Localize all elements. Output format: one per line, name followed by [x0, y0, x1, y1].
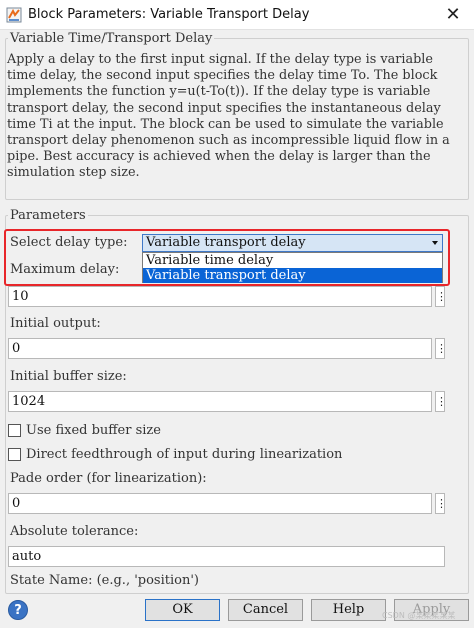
dropdown-option-variable-time-delay[interactable]: Variable time delay: [143, 253, 442, 268]
close-icon[interactable]: ✕: [442, 4, 464, 26]
checkbox-box[interactable]: [8, 423, 21, 437]
checkbox-box[interactable]: [8, 447, 21, 461]
ok-button[interactable]: OK: [145, 599, 220, 621]
state-name-label: State Name: (e.g., 'position'): [10, 573, 199, 588]
help-icon[interactable]: ?: [8, 600, 28, 620]
initial-output-field[interactable]: 0: [8, 338, 432, 359]
pade-order-field[interactable]: 0: [8, 493, 432, 514]
watermark: CSDN @某某某某某: [382, 611, 456, 620]
description-legend: Variable Time/Transport Delay: [10, 31, 213, 46]
initial-buffer-size-label: Initial buffer size:: [10, 369, 127, 384]
simulink-icon: [6, 7, 22, 23]
dropdown-option-variable-transport-delay[interactable]: Variable transport delay: [143, 268, 442, 283]
title-bar: Block Parameters: Variable Transport Del…: [0, 0, 474, 30]
maximum-delay-field[interactable]: 10: [8, 286, 432, 307]
absolute-tolerance-field[interactable]: auto: [8, 546, 445, 567]
help-button[interactable]: Help: [311, 599, 386, 621]
maximum-delay-label: Maximum delay:: [10, 262, 120, 277]
chevron-down-icon[interactable]: [432, 241, 438, 245]
use-fixed-buffer-size-checkbox[interactable]: Use fixed buffer size: [8, 422, 161, 438]
initial-output-more-icon[interactable]: ⋮: [435, 338, 447, 359]
initial-output-label: Initial output:: [10, 316, 101, 331]
delay-type-label: Select delay type:: [10, 235, 128, 250]
cancel-button[interactable]: Cancel: [228, 599, 303, 621]
delay-type-select[interactable]: Variable transport delay: [142, 234, 443, 252]
pade-order-more-icon[interactable]: ⋮: [435, 493, 447, 514]
description-text: Apply a delay to the first input signal.…: [7, 52, 450, 181]
delay-type-value: Variable transport delay: [146, 235, 306, 250]
initial-buffer-size-more-icon[interactable]: ⋮: [435, 391, 447, 412]
delay-type-dropdown: Variable time delay Variable transport d…: [142, 252, 443, 283]
maximum-delay-more-icon[interactable]: ⋮: [435, 286, 447, 307]
pade-order-label: Pade order (for linearization):: [10, 471, 207, 486]
direct-feedthrough-label: Direct feedthrough of input during linea…: [26, 446, 343, 462]
direct-feedthrough-checkbox[interactable]: Direct feedthrough of input during linea…: [8, 446, 342, 462]
parameters-legend: Parameters: [10, 208, 86, 223]
use-fixed-buffer-size-label: Use fixed buffer size: [26, 422, 161, 438]
absolute-tolerance-label: Absolute tolerance:: [10, 524, 139, 539]
initial-buffer-size-field[interactable]: 1024: [8, 391, 432, 412]
window-title: Block Parameters: Variable Transport Del…: [28, 7, 310, 22]
